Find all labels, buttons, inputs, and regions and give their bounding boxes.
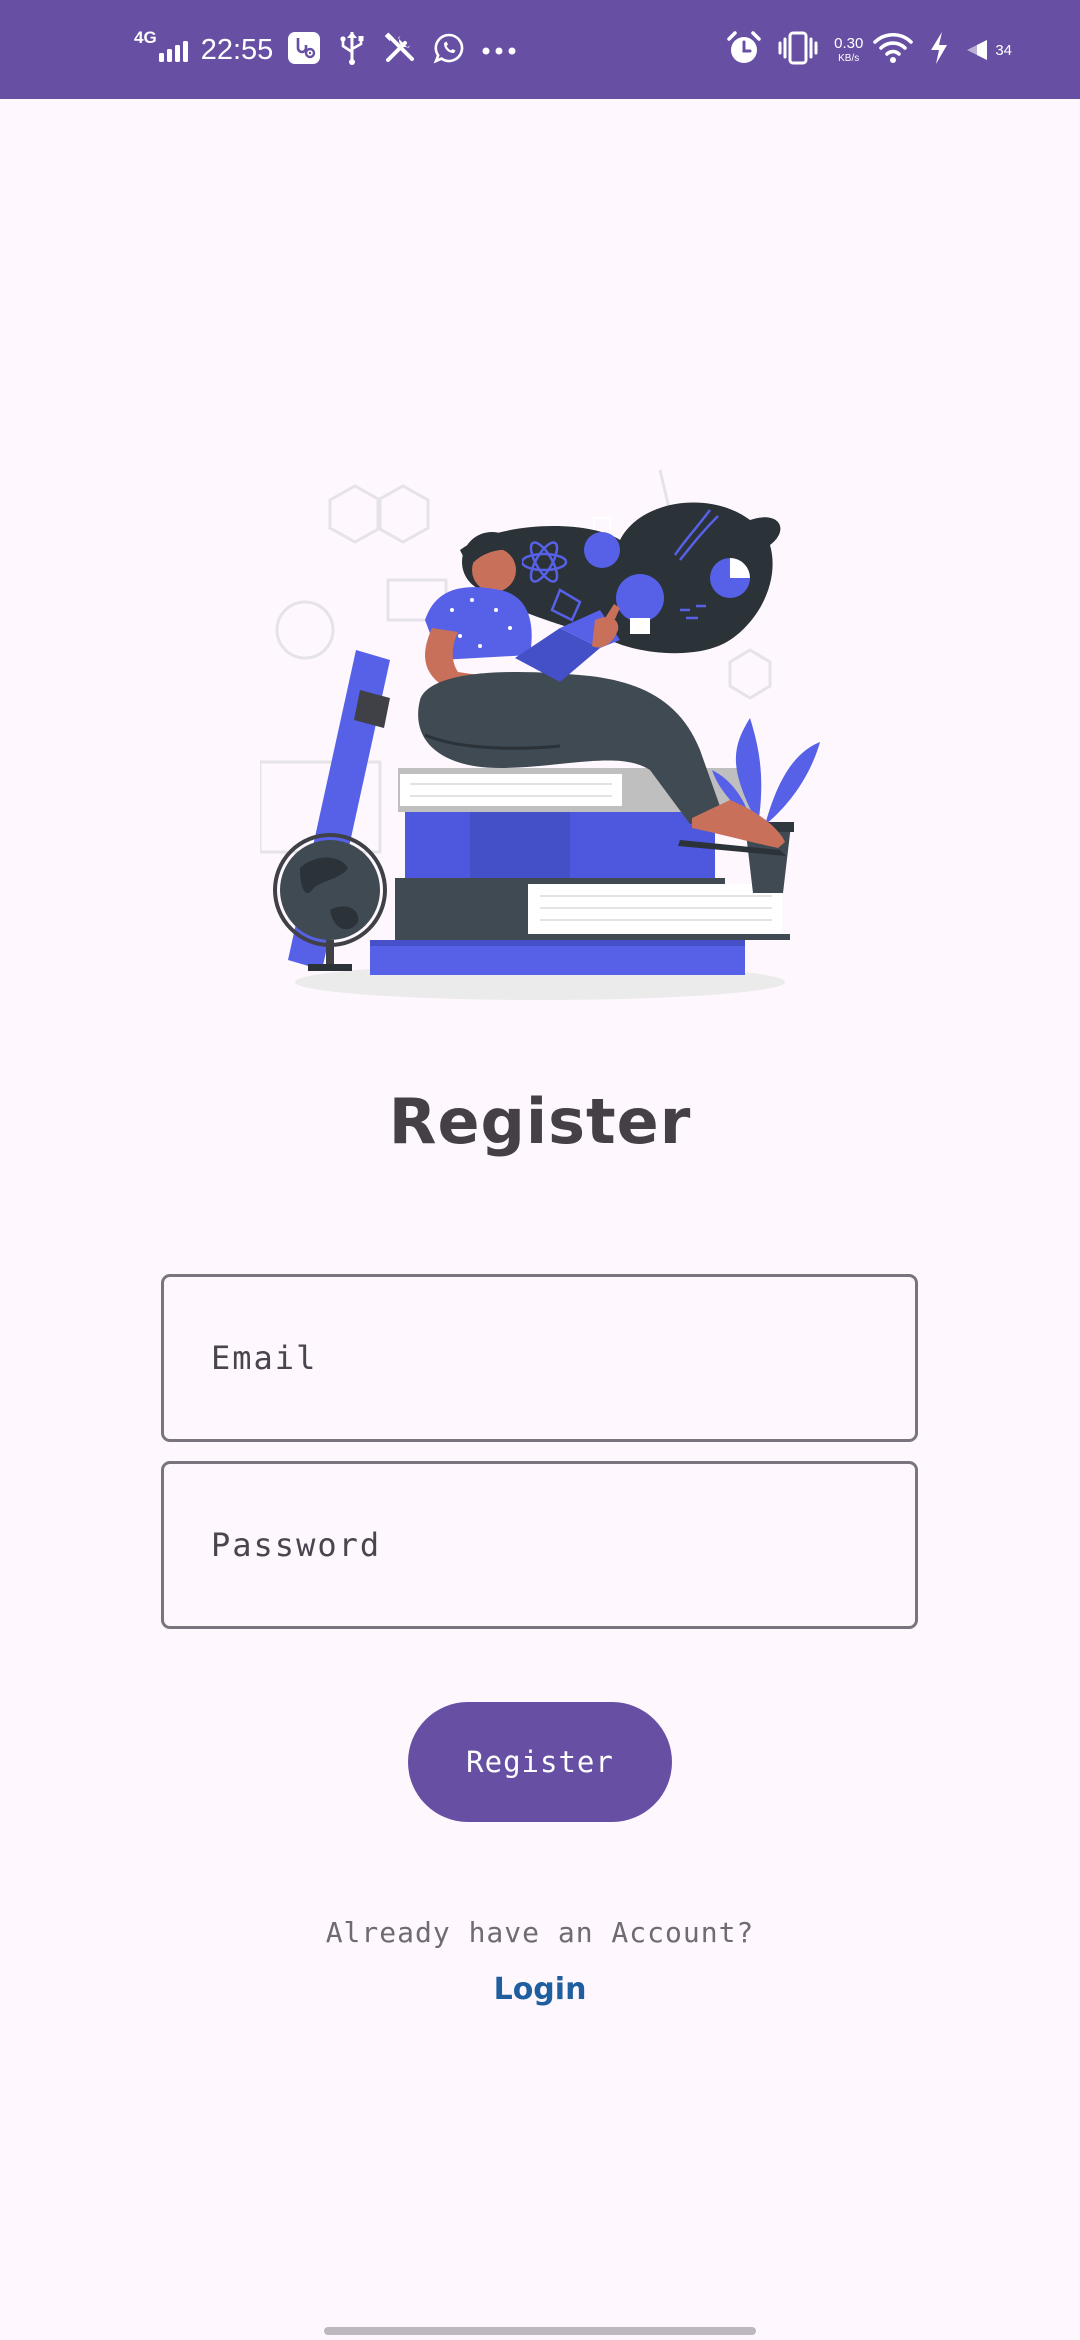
- clock: 22:55: [200, 33, 274, 66]
- usb-icon: [337, 30, 367, 70]
- vibrate-icon: [778, 30, 818, 70]
- reading-girl-illustration: [258, 450, 830, 1010]
- register-screen: 4G 22:55 0.30 KB/s 34 Register Email Reg…: [0, 0, 1080, 2340]
- network-type: 4G: [134, 28, 157, 47]
- signal-icon: 4G: [134, 28, 193, 62]
- more-dots-icon: [481, 41, 517, 60]
- page-title: Register: [388, 1085, 692, 1158]
- already-have-account-text: Already have an Account?: [325, 1916, 755, 1949]
- wifi-icon: [873, 32, 914, 68]
- whatsapp-icon: [433, 32, 465, 68]
- alarm-icon: [726, 30, 762, 70]
- email-input[interactable]: [164, 1277, 915, 1439]
- network-speed-value: 0.30: [834, 35, 864, 52]
- charging-icon: [929, 31, 949, 69]
- battery-icon: 34: [965, 38, 1012, 62]
- email-field-container[interactable]: [161, 1274, 918, 1442]
- login-link[interactable]: Login: [440, 1972, 640, 2007]
- status-bar-right: 0.30 KB/s 34: [726, 28, 1012, 72]
- password-field-container[interactable]: [161, 1461, 918, 1629]
- gesture-nav-handle[interactable]: [324, 2327, 756, 2335]
- password-input[interactable]: [164, 1464, 915, 1626]
- usb-settings-icon: [287, 31, 321, 69]
- battery-level: 34: [995, 41, 1012, 59]
- status-bar: 4G 22:55 0.30 KB/s 34: [0, 0, 1080, 99]
- network-speed: 0.30 KB/s: [834, 36, 863, 64]
- register-button[interactable]: Register: [408, 1702, 672, 1822]
- tools-icon: [383, 31, 417, 69]
- status-bar-left: 4G 22:55: [134, 28, 533, 72]
- network-speed-unit: KB/s: [838, 53, 860, 64]
